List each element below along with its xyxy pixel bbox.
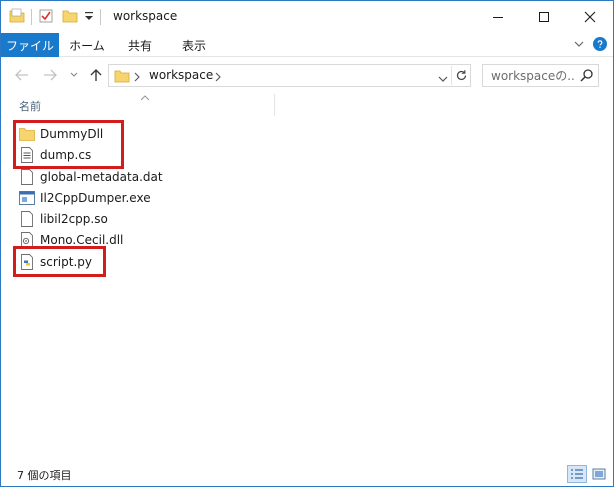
address-bar[interactable]: workspace: [108, 64, 471, 87]
refresh-icon[interactable]: [455, 69, 468, 85]
tab-file[interactable]: ファイル: [1, 33, 59, 57]
large-icons-view-button[interactable]: [589, 465, 609, 483]
tab-share[interactable]: 共有: [115, 33, 165, 57]
tab-home[interactable]: ホーム: [61, 33, 113, 57]
breadcrumb-chevron-icon[interactable]: [134, 71, 140, 85]
maximize-button[interactable]: [521, 1, 567, 33]
ribbon-expand-icon[interactable]: [573, 38, 585, 53]
quick-access-toolbar: [9, 8, 107, 26]
file-name: libil2cpp.so: [40, 211, 108, 226]
up-button[interactable]: [85, 65, 107, 85]
navigation-bar: workspace: [1, 58, 613, 92]
recent-locations-button[interactable]: [63, 65, 85, 85]
highlight-box-dummydll-dumpcs: [13, 120, 124, 169]
qat-separator: [31, 9, 32, 25]
exe-file-icon: [19, 190, 35, 206]
file-item-global-metadata[interactable]: global-metadata.dat: [19, 166, 219, 187]
breadcrumb-chevron-2-icon[interactable]: [215, 71, 221, 85]
minimize-button[interactable]: [475, 1, 521, 33]
new-folder-icon[interactable]: [62, 8, 78, 27]
explorer-window: workspace ファイル ホーム 共有 表示 workspace works…: [0, 0, 614, 487]
back-button[interactable]: [11, 65, 33, 85]
close-button[interactable]: [567, 1, 613, 33]
file-name: Mono.Cecil.dll: [40, 232, 124, 247]
file-name: Il2CppDumper.exe: [40, 190, 151, 205]
window-title: workspace: [113, 9, 178, 23]
address-dropdown-icon[interactable]: [438, 72, 448, 86]
column-header: 名前: [1, 92, 613, 118]
search-icon[interactable]: [580, 68, 594, 85]
column-separator[interactable]: [274, 94, 275, 116]
file-item-libil2cpp[interactable]: libil2cpp.so: [19, 208, 219, 229]
blank-file-icon: [19, 210, 35, 227]
address-folder-icon: [114, 68, 130, 87]
status-bar: 7 個の項目: [1, 461, 613, 486]
address-divider: [451, 66, 452, 85]
qat-separator-2: [100, 9, 101, 25]
sort-ascending-icon: [140, 90, 150, 104]
blank-file-icon: [19, 168, 35, 185]
highlight-box-script-py: [13, 246, 106, 277]
column-name[interactable]: 名前: [19, 98, 41, 114]
ribbon-tabs: ファイル ホーム 共有 表示: [1, 33, 613, 57]
help-icon[interactable]: [593, 37, 607, 51]
app-folder-icon: [9, 8, 25, 27]
item-count: 7 個の項目: [17, 469, 72, 482]
title-bar: workspace: [1, 1, 613, 33]
properties-check-icon[interactable]: [38, 8, 54, 27]
file-item-il2cppdumper[interactable]: Il2CppDumper.exe: [19, 187, 219, 208]
details-view-button[interactable]: [567, 465, 587, 483]
tab-view[interactable]: 表示: [167, 33, 221, 57]
breadcrumb-workspace[interactable]: workspace: [149, 68, 213, 82]
file-name: global-metadata.dat: [40, 169, 163, 184]
qat-dropdown-icon[interactable]: [84, 10, 94, 25]
forward-button[interactable]: [39, 65, 61, 85]
